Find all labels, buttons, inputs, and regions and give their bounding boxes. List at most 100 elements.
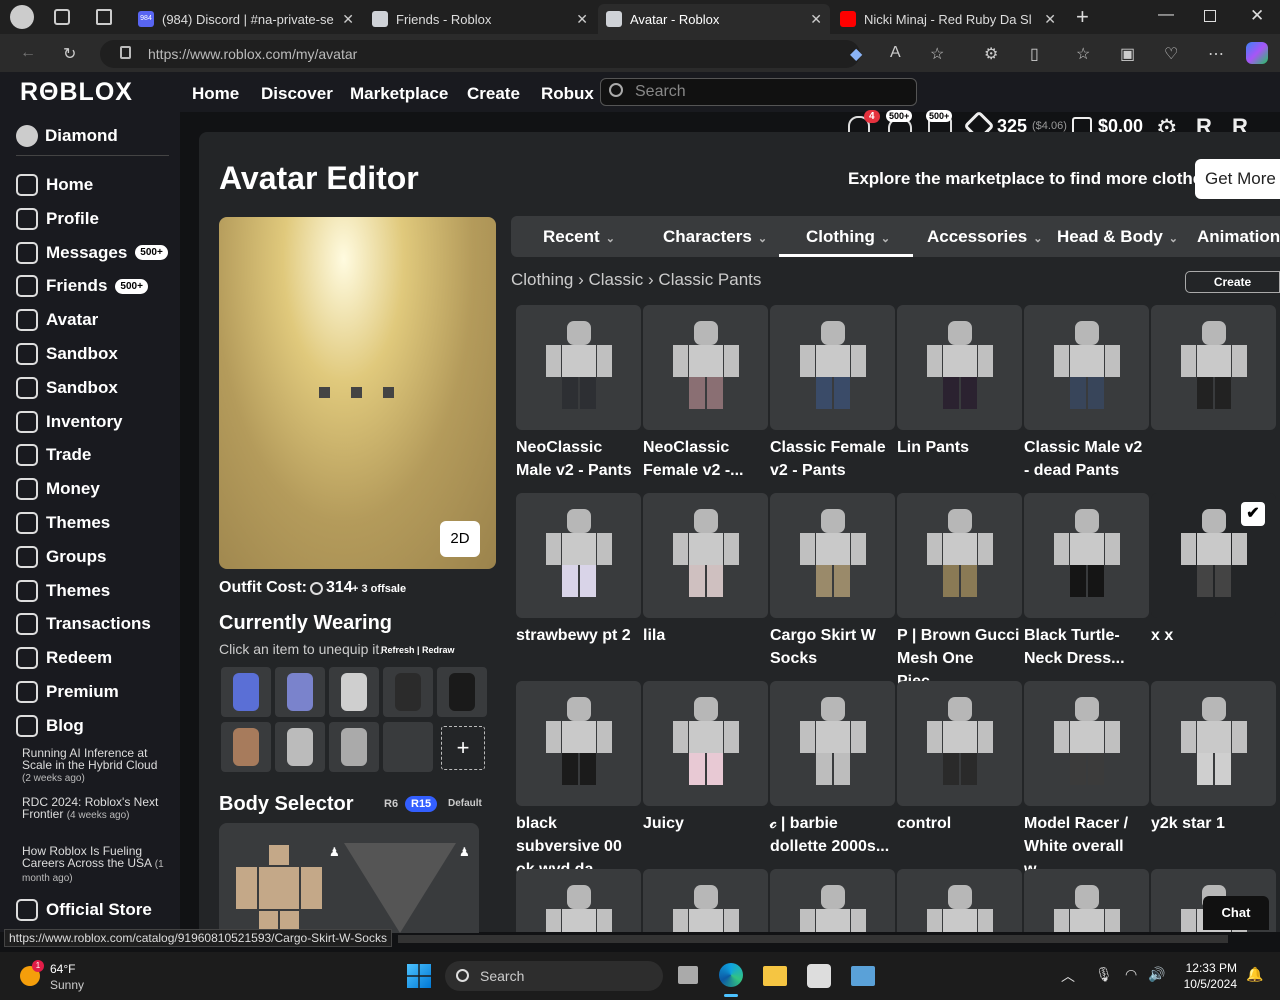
- url-input[interactable]: https://www.roblox.com/my/avatar: [100, 40, 860, 68]
- item-card[interactable]: Black Turtle-Neck Dress...: [1024, 493, 1149, 670]
- worn-item-thumbnail[interactable]: [275, 667, 325, 717]
- show-hidden-icons[interactable]: ︿: [1061, 966, 1075, 986]
- taskbar-search[interactable]: Search: [445, 961, 663, 991]
- nav-home[interactable]: Home: [192, 84, 239, 104]
- body-part-head[interactable]: [269, 845, 289, 865]
- collections-icon[interactable]: ▣: [1120, 44, 1135, 64]
- nav-discover[interactable]: Discover: [261, 84, 333, 104]
- item-card[interactable]: Cargo Skirt W Socks: [770, 493, 895, 670]
- category-tab-clothing[interactable]: Clothing ⌄: [806, 227, 890, 247]
- sidebar-item-money[interactable]: Money: [16, 474, 166, 504]
- item-card[interactable]: Lin Pants: [897, 305, 1022, 459]
- app-icon[interactable]: [807, 964, 831, 988]
- item-card[interactable]: NeoClassic Female v2 -...: [643, 305, 768, 482]
- worn-item-thumbnail[interactable]: [329, 722, 379, 772]
- search-input[interactable]: Search: [600, 78, 917, 106]
- toggle-2d-button[interactable]: 2D: [440, 521, 480, 557]
- extensions-icon[interactable]: ⚙: [984, 44, 998, 64]
- sidebar-item-friends[interactable]: Friends 500+: [16, 271, 166, 301]
- task-view-icon[interactable]: [678, 966, 698, 984]
- sidebar-item-trade[interactable]: Trade: [16, 440, 166, 470]
- worn-item-thumbnail[interactable]: [383, 667, 433, 717]
- nav-robux[interactable]: Robux: [541, 84, 594, 104]
- minimize-icon[interactable]: —: [1158, 6, 1174, 24]
- add-outfit-slot[interactable]: +: [441, 726, 485, 770]
- user-avatar[interactable]: [16, 125, 38, 147]
- sidebar-username[interactable]: Diamond: [45, 126, 118, 146]
- category-tab-recent[interactable]: Recent ⌄: [543, 227, 615, 247]
- r15-option[interactable]: R15: [405, 796, 438, 812]
- close-tab-icon[interactable]: ✕: [810, 11, 822, 28]
- worn-item-thumbnail[interactable]: [437, 667, 487, 717]
- refresh-redraw-link[interactable]: Refresh | Redraw: [381, 645, 455, 655]
- sidebar-item-blog[interactable]: Blog: [16, 711, 166, 741]
- sidebar-item-inventory[interactable]: Inventory: [16, 407, 166, 437]
- sidebar-item-home[interactable]: Home: [16, 170, 166, 200]
- breadcrumb-classic[interactable]: Classic: [589, 270, 644, 289]
- item-card[interactable]: Model Racer / White overall w...: [1024, 681, 1149, 881]
- worn-item-thumbnail[interactable]: [221, 722, 271, 772]
- file-explorer-icon[interactable]: [763, 966, 787, 986]
- extension-tag-icon[interactable]: ◆: [850, 44, 862, 64]
- item-card[interactable]: Classic Female v2 - Pants: [770, 305, 895, 482]
- split-screen-icon[interactable]: ▯: [1030, 44, 1039, 64]
- body-part-right-arm[interactable]: [301, 867, 322, 909]
- sidebar-item-groups[interactable]: Groups: [16, 542, 166, 572]
- microphone-icon[interactable]: 🎙: [1095, 966, 1113, 983]
- get-more-button[interactable]: Get More: [1195, 159, 1280, 199]
- edge-icon[interactable]: [719, 963, 743, 987]
- wifi-icon[interactable]: ◠: [1125, 966, 1137, 983]
- browser-tab[interactable]: Friends - Roblox ✕: [364, 4, 596, 34]
- item-card[interactable]: 𝒸 | barbie dollette 2000s...: [770, 681, 895, 858]
- sidebar-item-transactions[interactable]: Transactions: [16, 609, 166, 639]
- browser-tab[interactable]: Avatar - Roblox ✕: [598, 4, 830, 34]
- chart-app-icon[interactable]: [851, 966, 875, 986]
- volume-icon[interactable]: 🔊: [1148, 966, 1165, 983]
- workspaces-icon[interactable]: [54, 9, 70, 25]
- breadcrumb-clothing[interactable]: Clothing: [511, 270, 573, 289]
- weather-desc[interactable]: Sunny: [50, 978, 84, 992]
- tab-actions-icon[interactable]: [96, 9, 112, 25]
- blog-post-link[interactable]: Running AI Inference at Scale in the Hyb…: [22, 747, 167, 785]
- item-card[interactable]: Juicy: [643, 681, 768, 835]
- sidebar-item-messages[interactable]: Messages 500+: [16, 238, 168, 268]
- scale-triangle[interactable]: [344, 843, 456, 933]
- sidebar-item-profile[interactable]: Profile: [16, 204, 166, 234]
- more-icon[interactable]: ⋯: [1208, 44, 1224, 64]
- close-tab-icon[interactable]: ✕: [576, 11, 588, 28]
- sidebar-item-avatar[interactable]: Avatar: [16, 305, 166, 335]
- item-card[interactable]: [897, 869, 1022, 932]
- performance-icon[interactable]: ♡: [1164, 44, 1178, 64]
- sidebar-item-sandbox[interactable]: Sandbox: [16, 373, 166, 403]
- nav-marketplace[interactable]: Marketplace: [350, 84, 448, 104]
- worn-item-thumbnail[interactable]: [329, 667, 379, 717]
- nav-create[interactable]: Create: [467, 84, 520, 104]
- profile-avatar-icon[interactable]: [10, 5, 34, 29]
- chat-button[interactable]: Chat: [1203, 896, 1269, 930]
- item-card[interactable]: [516, 869, 641, 932]
- item-card[interactable]: P | Brown Gucci Mesh One Piec...: [897, 493, 1022, 693]
- item-card[interactable]: [1024, 869, 1149, 932]
- item-card[interactable]: strawbewy pt 2: [516, 493, 641, 647]
- item-card[interactable]: lila: [643, 493, 768, 647]
- r6-option[interactable]: R6: [384, 798, 398, 810]
- sidebar-item-redeem[interactable]: Redeem: [16, 643, 166, 673]
- category-tab-accessories[interactable]: Accessories ⌄: [927, 227, 1042, 247]
- sidebar-item-official-store[interactable]: Official Store: [16, 895, 166, 925]
- browser-tab[interactable]: Nicki Minaj - Red Ruby Da Sl ✕: [832, 4, 1064, 34]
- clock-date[interactable]: 10/5/2024: [1178, 977, 1237, 991]
- back-icon[interactable]: ←: [20, 44, 36, 62]
- reload-icon[interactable]: ↻: [63, 44, 76, 64]
- horizontal-scrollbar[interactable]: [398, 935, 1228, 943]
- default-option[interactable]: Default: [448, 798, 482, 809]
- sidebar-item-premium[interactable]: Premium: [16, 677, 166, 707]
- close-tab-icon[interactable]: ✕: [1044, 11, 1056, 28]
- item-card[interactable]: [643, 869, 768, 932]
- avatar-preview[interactable]: [219, 217, 496, 569]
- worn-item-thumbnail[interactable]: [275, 722, 325, 772]
- worn-item-thumbnail[interactable]: [383, 722, 433, 772]
- item-card[interactable]: control: [897, 681, 1022, 835]
- roblox-logo[interactable]: RΘBLOX: [20, 78, 133, 107]
- browser-tab[interactable]: 984 (984) Discord | #na-private-serve ✕: [130, 4, 362, 34]
- weather-temp[interactable]: 64°F: [50, 962, 75, 976]
